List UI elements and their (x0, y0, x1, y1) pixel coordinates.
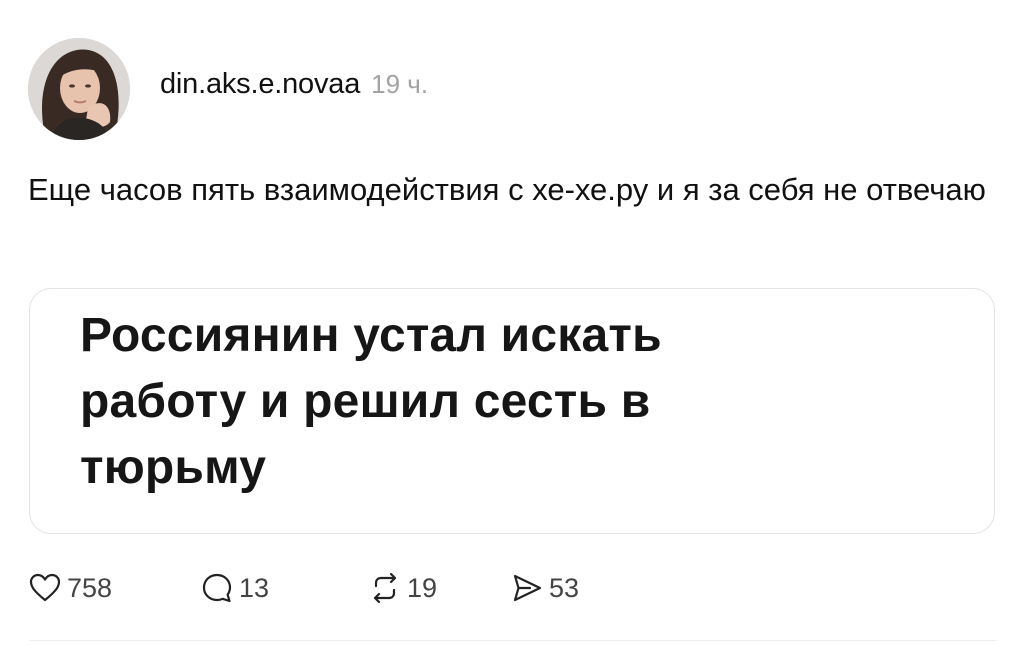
thread-post: din.aks.e.novaa 19 ч. Еще часов пять вза… (0, 0, 1024, 646)
avatar[interactable] (28, 38, 130, 140)
reply-button[interactable]: 13 (200, 568, 368, 608)
heart-icon (28, 571, 62, 605)
like-button[interactable]: 758 (28, 568, 200, 608)
quoted-headline-card[interactable]: Россиянин устал искать работу и решил се… (29, 288, 995, 534)
share-count: 53 (549, 572, 580, 603)
repost-button[interactable]: 19 (368, 568, 510, 608)
post-divider (30, 640, 996, 641)
username-link[interactable]: din.aks.e.novaa (160, 68, 360, 101)
send-icon (510, 571, 544, 605)
comment-bubble-icon (200, 571, 234, 605)
post-actions: 758 13 19 53 (28, 568, 630, 608)
repost-count: 19 (407, 572, 438, 603)
like-count: 758 (67, 572, 113, 603)
share-button[interactable]: 53 (510, 568, 630, 608)
post-timestamp: 19 ч. (371, 69, 429, 99)
card-headline: Россиянин устал искать работу и решил се… (80, 309, 662, 494)
repost-icon (368, 571, 402, 605)
post-text: Еще часов пять взаимодействия с хе-хе.ру… (28, 172, 986, 207)
post-header: din.aks.e.novaa 19 ч. (160, 68, 428, 112)
reply-count: 13 (239, 572, 270, 603)
